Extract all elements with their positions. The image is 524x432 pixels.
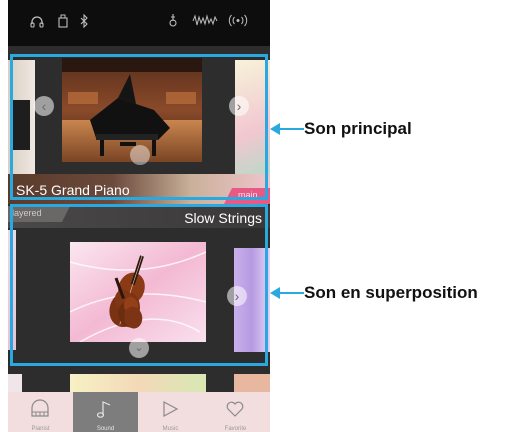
tab-music-label: Music xyxy=(162,426,179,432)
layer-callout-arrow-icon xyxy=(270,287,304,299)
play-icon xyxy=(163,400,179,418)
tab-favorite-label: Favorite xyxy=(224,426,247,432)
preview-card-left xyxy=(8,374,22,392)
wireless-icon[interactable] xyxy=(228,14,248,27)
music-note-icon xyxy=(96,401,111,418)
tab-pianist[interactable]: Pianist xyxy=(8,392,73,432)
preview-card-center xyxy=(70,374,206,392)
sound-wave-icon[interactable] xyxy=(192,14,218,27)
tab-pianist-label: Pianist xyxy=(31,426,50,432)
main-callout-arrow-icon xyxy=(270,123,304,135)
tab-sound[interactable]: Sound xyxy=(73,392,138,432)
layered-tone-highlight xyxy=(10,204,268,366)
status-bar xyxy=(8,0,270,46)
usb-icon[interactable] xyxy=(58,14,68,28)
bluetooth-icon[interactable] xyxy=(80,14,89,28)
next-row-preview xyxy=(8,366,270,392)
main-tone-highlight xyxy=(10,54,268,200)
tab-music[interactable]: Music xyxy=(138,392,203,432)
metronome-icon[interactable] xyxy=(168,13,178,28)
bottom-tab-bar: Pianist Sound Music Favorite xyxy=(8,392,270,432)
layer-callout-label: Son en superposition xyxy=(304,283,478,302)
piano-icon xyxy=(31,399,49,417)
heart-icon xyxy=(226,401,244,417)
tab-favorite[interactable]: Favorite xyxy=(203,392,270,432)
main-callout-label: Son principal xyxy=(304,119,412,138)
tab-sound-label: Sound xyxy=(96,426,115,432)
headphones-icon[interactable] xyxy=(30,15,44,28)
preview-card-right xyxy=(234,374,270,392)
